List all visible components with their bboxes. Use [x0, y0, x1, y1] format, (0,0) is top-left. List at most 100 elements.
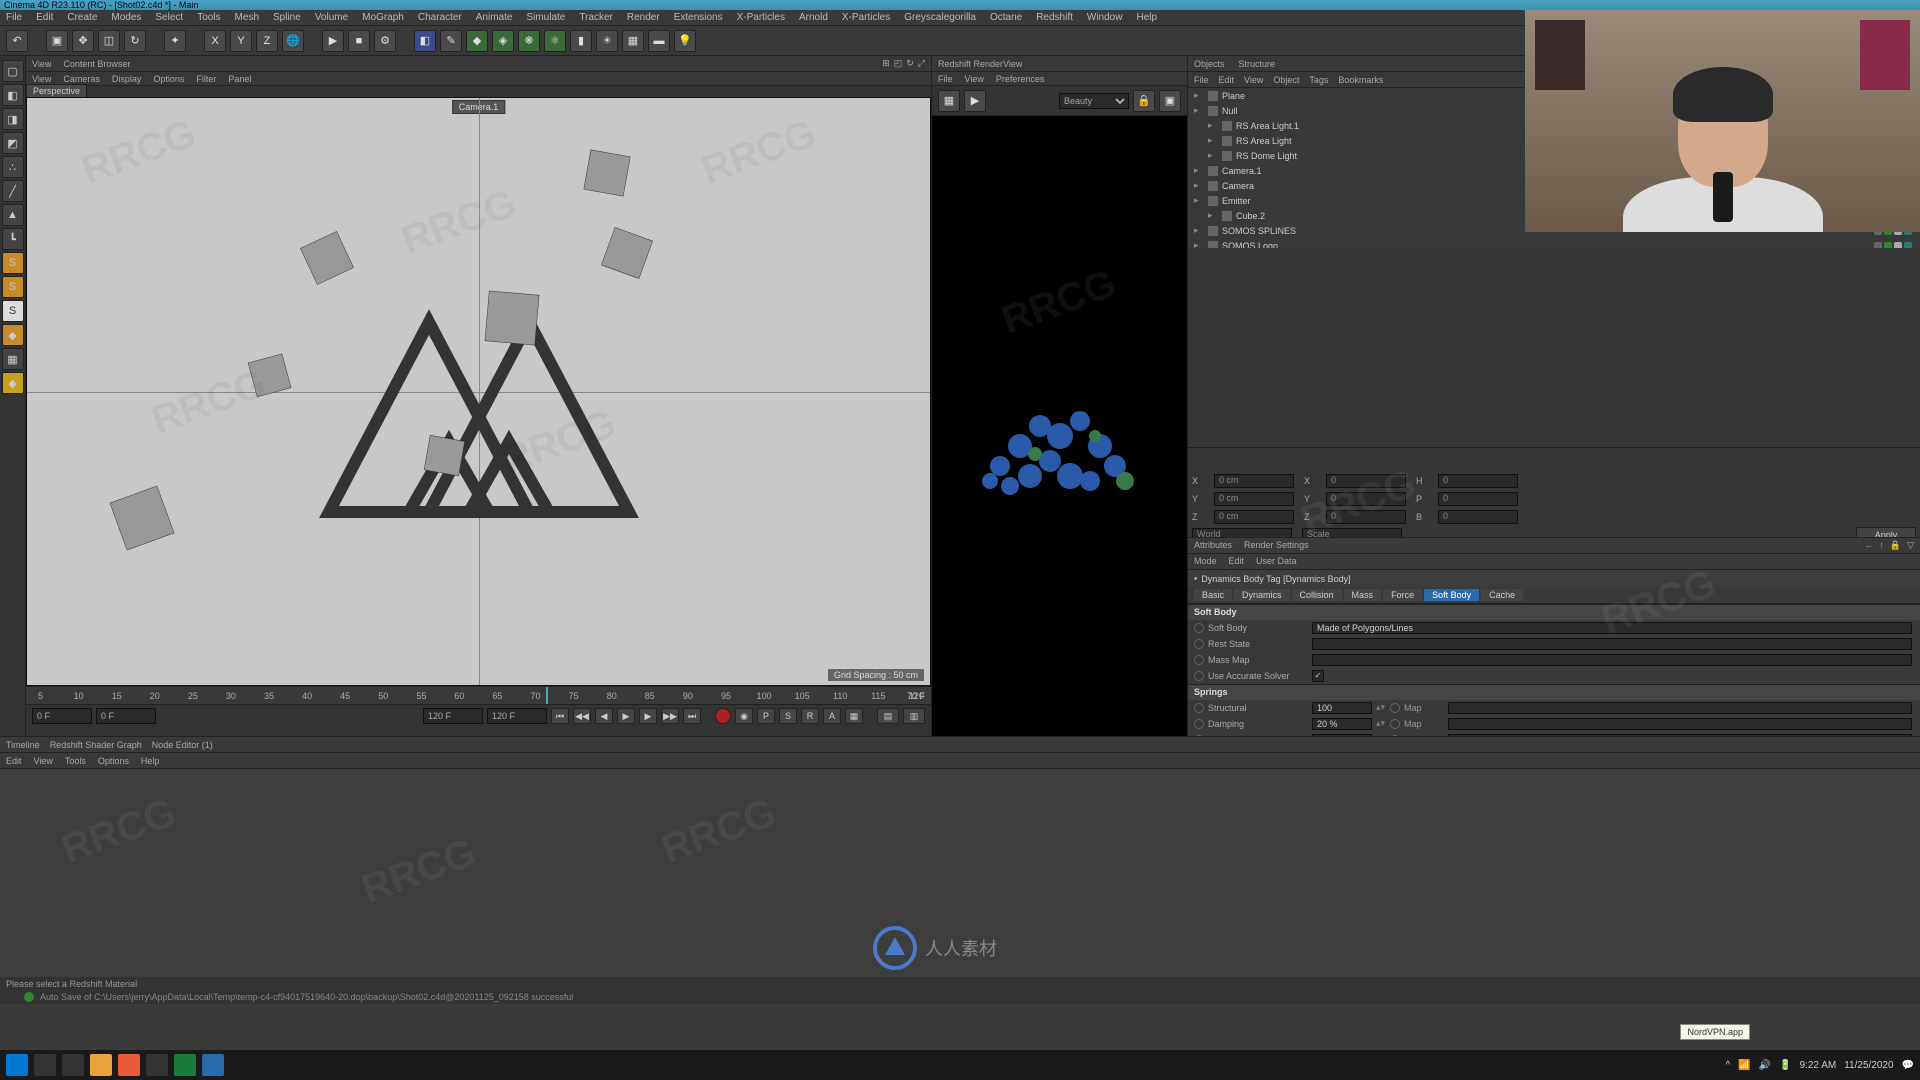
attr-filter-icon[interactable]: ▽: [1907, 540, 1914, 551]
y-axis-icon[interactable]: Y: [230, 30, 252, 52]
texture-mode-icon[interactable]: ◨: [2, 108, 24, 130]
autokey-icon[interactable]: ◉: [735, 708, 753, 724]
expand-icon[interactable]: ▸: [1208, 150, 1218, 161]
render-play-icon[interactable]: ▶: [964, 90, 986, 112]
menu-tracker[interactable]: Tracker: [579, 12, 613, 23]
expand-icon[interactable]: ▸: [1194, 90, 1204, 101]
object-row[interactable]: ▸SOMOS Logo: [1188, 238, 1920, 248]
menu-octane[interactable]: Octane: [990, 12, 1022, 23]
coord-sz[interactable]: 0: [1326, 510, 1406, 524]
mograph-icon[interactable]: ⚛: [544, 30, 566, 52]
coord-y[interactable]: 0 cm: [1214, 492, 1294, 506]
view-menu-view[interactable]: View: [32, 74, 51, 84]
c4d-icon[interactable]: [202, 1054, 224, 1076]
dope-icon[interactable]: ▤: [877, 708, 899, 724]
tab-structure[interactable]: Structure: [1239, 59, 1276, 69]
next-key-icon[interactable]: ▶▶: [661, 708, 679, 724]
menu-mograph[interactable]: MoGraph: [362, 12, 404, 23]
shader-menu-help[interactable]: Help: [141, 756, 160, 766]
live-select-icon[interactable]: ▣: [46, 30, 68, 52]
tray-wifi-icon[interactable]: 📶: [1738, 1060, 1750, 1071]
obj-menu-view[interactable]: View: [1244, 75, 1263, 85]
menu-volume[interactable]: Volume: [315, 12, 348, 23]
render-menu-preferences[interactable]: Preferences: [996, 74, 1045, 84]
x-axis-icon[interactable]: X: [204, 30, 226, 52]
obj-menu-edit[interactable]: Edit: [1219, 75, 1235, 85]
render-settings-icon[interactable]: ⚙: [374, 30, 396, 52]
expand-icon[interactable]: ▸: [1208, 120, 1218, 131]
floor-icon[interactable]: ▬: [648, 30, 670, 52]
z-axis-icon[interactable]: Z: [256, 30, 278, 52]
menu-arnold[interactable]: Arnold: [799, 12, 828, 23]
spinner-icon[interactable]: ▴▾: [1376, 702, 1386, 713]
coord-sx[interactable]: 0: [1326, 474, 1406, 488]
menu-character[interactable]: Character: [418, 12, 462, 23]
menu-greyscalegorilla[interactable]: Greyscalegorilla: [904, 12, 976, 23]
menu-modes[interactable]: Modes: [111, 12, 141, 23]
system-date[interactable]: 11/25/2020: [1844, 1060, 1893, 1071]
spinner-icon[interactable]: ▴▾: [1376, 718, 1386, 729]
key-a-icon[interactable]: A: [823, 708, 841, 724]
menu-help[interactable]: Help: [1136, 12, 1157, 23]
param-bullet[interactable]: [1194, 623, 1204, 633]
vp-nav-icon[interactable]: ⊞: [882, 58, 890, 69]
model-mode-icon[interactable]: ◧: [2, 84, 24, 106]
shader-menu-tools[interactable]: Tools: [65, 756, 86, 766]
coord-b[interactable]: 0: [1438, 510, 1518, 524]
menu-simulate[interactable]: Simulate: [526, 12, 565, 23]
render-crop-icon[interactable]: ▣: [1159, 90, 1181, 112]
menu-extensions[interactable]: Extensions: [674, 12, 723, 23]
obj-menu-tags[interactable]: Tags: [1309, 75, 1328, 85]
camera-icon[interactable]: ▮: [570, 30, 592, 52]
expand-icon[interactable]: ▸: [1194, 195, 1204, 206]
search-icon[interactable]: [34, 1054, 56, 1076]
expand-icon[interactable]: ▸: [1194, 180, 1204, 191]
windows-taskbar[interactable]: ^ 📶 🔊 🔋 9:22 AM 11/25/2020 💬: [0, 1050, 1920, 1080]
light-icon[interactable]: ☀: [596, 30, 618, 52]
menu-x-particles[interactable]: X-Particles: [842, 12, 890, 23]
menu-select[interactable]: Select: [155, 12, 183, 23]
expand-icon[interactable]: ▸: [1194, 165, 1204, 176]
view-tab-view[interactable]: View: [32, 59, 51, 69]
edges-icon[interactable]: ╱: [2, 180, 24, 202]
menu-animate[interactable]: Animate: [476, 12, 513, 23]
attr-menu-user-data[interactable]: User Data: [1256, 556, 1297, 566]
menu-create[interactable]: Create: [67, 12, 97, 23]
coord-sy[interactable]: 0: [1326, 492, 1406, 506]
vp-nav-icon[interactable]: ⤢: [918, 58, 925, 69]
coord-z[interactable]: 0 cm: [1214, 510, 1294, 524]
render-canvas[interactable]: [932, 116, 1187, 736]
expand-icon[interactable]: ▸: [1194, 240, 1204, 248]
shader-canvas[interactable]: RRCG RRCG RRCG 人人素材: [0, 769, 1920, 977]
render-menu-view[interactable]: View: [965, 74, 984, 84]
key-s-icon[interactable]: S: [779, 708, 797, 724]
param-value[interactable]: 20 %: [1312, 718, 1372, 730]
param-field[interactable]: [1312, 654, 1912, 666]
record-icon[interactable]: [715, 708, 731, 724]
workplane-icon[interactable]: ◩: [2, 132, 24, 154]
rotate-icon[interactable]: ↻: [124, 30, 146, 52]
expand-icon[interactable]: ▸: [1208, 135, 1218, 146]
tray-battery-icon[interactable]: 🔋: [1779, 1060, 1791, 1071]
param-bullet[interactable]: [1194, 719, 1204, 729]
param-dropdown[interactable]: Made of Polygons/Lines: [1312, 622, 1912, 634]
expand-icon[interactable]: ▸: [1208, 210, 1218, 221]
key-pl-icon[interactable]: ▦: [845, 708, 863, 724]
subtab-basic[interactable]: Basic: [1194, 589, 1232, 601]
subtab-soft-body[interactable]: Soft Body: [1424, 589, 1479, 601]
map-bullet[interactable]: [1390, 719, 1400, 729]
bulb-icon[interactable]: 💡: [674, 30, 696, 52]
render-grid-icon[interactable]: ▦: [938, 90, 960, 112]
expand-icon[interactable]: ▸: [1194, 105, 1204, 116]
param-checkbox[interactable]: ✓: [1312, 670, 1324, 682]
prev-frame-icon[interactable]: ◀: [595, 708, 613, 724]
view-tab-content[interactable]: Content Browser: [63, 59, 130, 69]
menu-mesh[interactable]: Mesh: [235, 12, 259, 23]
view-menu-cameras[interactable]: Cameras: [63, 74, 100, 84]
world-icon[interactable]: 🌐: [282, 30, 304, 52]
goto-start-icon[interactable]: ⏮: [551, 708, 569, 724]
playhead[interactable]: [546, 687, 548, 704]
points-icon[interactable]: ∴: [2, 156, 24, 178]
tab-shader-graph[interactable]: Redshift Shader Graph: [50, 740, 142, 750]
param-bullet[interactable]: [1194, 655, 1204, 665]
